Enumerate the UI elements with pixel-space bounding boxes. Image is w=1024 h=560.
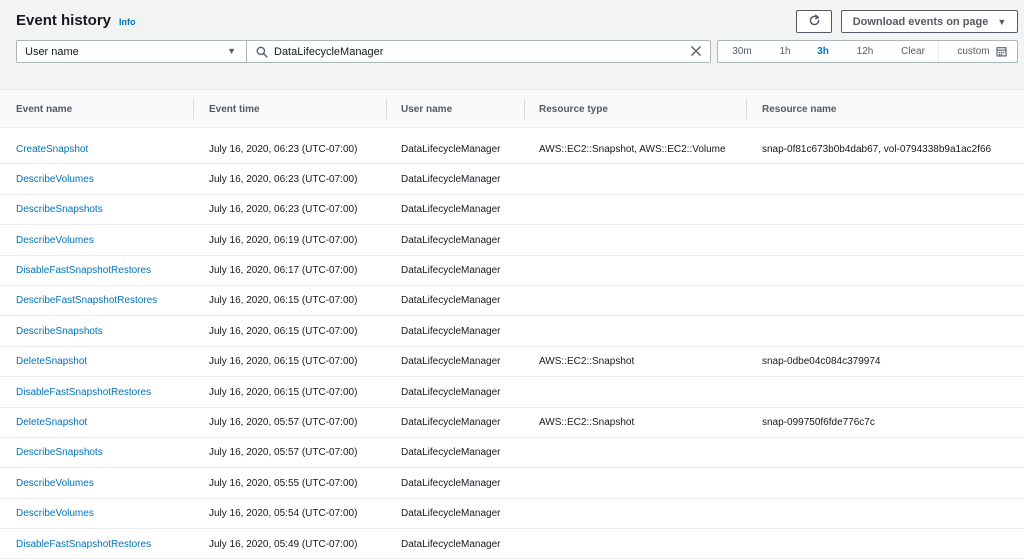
user-name-cell: DataLifecycleManager: [401, 286, 501, 316]
table-row[interactable]: DescribeVolumes July 16, 2020, 06:23 (UTC…: [0, 164, 1024, 194]
resource-name-cell: snap-099750f6fde776c7c: [762, 408, 875, 438]
range-option-3h[interactable]: 3h: [804, 41, 842, 62]
table-row[interactable]: DisableFastSnapshotRestores July 16, 2020…: [0, 529, 1024, 559]
calendar-icon: [996, 46, 1007, 57]
user-name-cell: DataLifecycleManager: [401, 225, 501, 255]
event-name-link[interactable]: DescribeSnapshots: [16, 438, 103, 468]
table-row[interactable]: DescribeSnapshots July 16, 2020, 06:15 (U…: [0, 316, 1024, 346]
event-name-link[interactable]: DescribeVolumes: [16, 164, 94, 194]
user-name-cell: DataLifecycleManager: [401, 347, 501, 377]
table-row[interactable]: DescribeVolumes July 16, 2020, 06:19 (UTC…: [0, 225, 1024, 255]
range-clear-button[interactable]: Clear: [888, 41, 938, 62]
table-row[interactable]: DescribeSnapshots July 16, 2020, 05:57 (U…: [0, 438, 1024, 468]
event-time-cell: July 16, 2020, 05:54 (UTC-07:00): [209, 499, 357, 529]
user-name-cell: DataLifecycleManager: [401, 468, 501, 498]
event-time-cell: July 16, 2020, 06:15 (UTC-07:00): [209, 316, 357, 346]
event-name-link[interactable]: DescribeSnapshots: [16, 316, 103, 346]
search-input[interactable]: [274, 46, 674, 58]
table-row[interactable]: DescribeVolumes July 16, 2020, 05:54 (UTC…: [0, 499, 1024, 529]
event-time-cell: July 16, 2020, 06:23 (UTC-07:00): [209, 195, 357, 225]
caret-down-icon: ▼: [997, 17, 1006, 27]
search-icon: [256, 46, 268, 58]
event-name-link[interactable]: DescribeVolumes: [16, 499, 94, 529]
user-name-cell: DataLifecycleManager: [401, 195, 501, 225]
search-field[interactable]: [246, 40, 711, 63]
event-time-cell: July 16, 2020, 06:15 (UTC-07:00): [209, 347, 357, 377]
resource-type-cell: AWS::EC2::Snapshot: [539, 347, 634, 377]
event-time-cell: July 16, 2020, 06:19 (UTC-07:00): [209, 225, 357, 255]
event-time-cell: July 16, 2020, 06:17 (UTC-07:00): [209, 256, 357, 286]
event-time-cell: July 16, 2020, 06:23 (UTC-07:00): [209, 164, 357, 194]
page-header: Event history Info Download events on pa…: [0, 0, 1024, 90]
event-name-link[interactable]: DescribeSnapshots: [16, 195, 103, 225]
event-time-cell: July 16, 2020, 06:15 (UTC-07:00): [209, 286, 357, 316]
column-header-event-time[interactable]: Event time: [209, 90, 260, 128]
user-name-cell: DataLifecycleManager: [401, 256, 501, 286]
events-table-body: CreateSnapshot July 16, 2020, 06:23 (UTC-…: [0, 134, 1024, 559]
table-header: Event name Event time User name Resource…: [0, 90, 1024, 128]
user-name-cell: DataLifecycleManager: [401, 377, 501, 407]
event-name-link[interactable]: DescribeVolumes: [16, 225, 94, 255]
range-custom-button[interactable]: custom: [938, 41, 1017, 62]
range-custom-label: custom: [957, 46, 989, 57]
event-time-cell: July 16, 2020, 06:23 (UTC-07:00): [209, 134, 357, 164]
table-row[interactable]: DisableFastSnapshotRestores July 16, 2020…: [0, 256, 1024, 286]
table-row[interactable]: CreateSnapshot July 16, 2020, 06:23 (UTC-…: [0, 134, 1024, 164]
event-name-link[interactable]: DeleteSnapshot: [16, 408, 87, 438]
resource-name-cell: snap-0dbe04c084c379974: [762, 347, 880, 377]
resource-name-cell: snap-0f81c673b0b4dab67, vol-0794338b9a1a…: [762, 134, 991, 164]
resource-type-cell: AWS::EC2::Snapshot: [539, 408, 634, 438]
table-row[interactable]: DisableFastSnapshotRestores July 16, 2020…: [0, 377, 1024, 407]
time-range-selector: 30m 1h 3h 12h Clear custom: [717, 40, 1018, 63]
event-time-cell: July 16, 2020, 05:57 (UTC-07:00): [209, 438, 357, 468]
lookup-attribute-select[interactable]: User name ▼: [16, 40, 247, 63]
table-row[interactable]: DescribeSnapshots July 16, 2020, 06:23 (U…: [0, 195, 1024, 225]
range-option-1h[interactable]: 1h: [766, 41, 804, 62]
info-link[interactable]: Info: [119, 17, 136, 27]
column-divider: [193, 99, 194, 119]
close-icon[interactable]: [690, 45, 702, 57]
event-name-link[interactable]: CreateSnapshot: [16, 134, 88, 164]
page-title: Event history: [16, 12, 111, 29]
column-divider: [386, 99, 387, 119]
event-name-link[interactable]: DescribeVolumes: [16, 468, 94, 498]
event-name-link[interactable]: DeleteSnapshot: [16, 347, 87, 377]
download-events-button[interactable]: Download events on page ▼: [841, 10, 1018, 33]
column-header-event-name[interactable]: Event name: [16, 90, 72, 128]
table-row[interactable]: DeleteSnapshot July 16, 2020, 06:15 (UTC-…: [0, 347, 1024, 377]
event-name-link[interactable]: DisableFastSnapshotRestores: [16, 377, 151, 407]
resource-type-cell: AWS::EC2::Snapshot, AWS::EC2::Volume: [539, 134, 726, 164]
user-name-cell: DataLifecycleManager: [401, 408, 501, 438]
range-option-30m[interactable]: 30m: [718, 41, 766, 62]
column-divider: [524, 99, 525, 119]
event-name-link[interactable]: DisableFastSnapshotRestores: [16, 256, 151, 286]
event-name-link[interactable]: DisableFastSnapshotRestores: [16, 529, 151, 559]
download-button-label: Download events on page: [853, 16, 989, 28]
user-name-cell: DataLifecycleManager: [401, 529, 501, 559]
event-time-cell: July 16, 2020, 05:55 (UTC-07:00): [209, 468, 357, 498]
caret-down-icon: ▼: [227, 46, 236, 56]
refresh-button[interactable]: [796, 10, 832, 33]
event-time-cell: July 16, 2020, 05:57 (UTC-07:00): [209, 408, 357, 438]
column-header-resource-name[interactable]: Resource name: [762, 90, 836, 128]
user-name-cell: DataLifecycleManager: [401, 134, 501, 164]
title-row: Event history Info: [16, 12, 136, 29]
column-header-resource-type[interactable]: Resource type: [539, 90, 608, 128]
user-name-cell: DataLifecycleManager: [401, 438, 501, 468]
lookup-attribute-value: User name: [25, 46, 79, 58]
user-name-cell: DataLifecycleManager: [401, 316, 501, 346]
event-time-cell: July 16, 2020, 05:49 (UTC-07:00): [209, 529, 357, 559]
column-header-user-name[interactable]: User name: [401, 90, 452, 128]
range-option-12h[interactable]: 12h: [842, 41, 888, 62]
user-name-cell: DataLifecycleManager: [401, 499, 501, 529]
column-divider: [746, 99, 747, 119]
refresh-icon: [808, 14, 821, 30]
table-row[interactable]: DeleteSnapshot July 16, 2020, 05:57 (UTC-…: [0, 408, 1024, 438]
event-name-link[interactable]: DescribeFastSnapshotRestores: [16, 286, 157, 316]
event-time-cell: July 16, 2020, 06:15 (UTC-07:00): [209, 377, 357, 407]
table-row[interactable]: DescribeVolumes July 16, 2020, 05:55 (UTC…: [0, 468, 1024, 498]
table-row[interactable]: DescribeFastSnapshotRestores July 16, 202…: [0, 286, 1024, 316]
user-name-cell: DataLifecycleManager: [401, 164, 501, 194]
